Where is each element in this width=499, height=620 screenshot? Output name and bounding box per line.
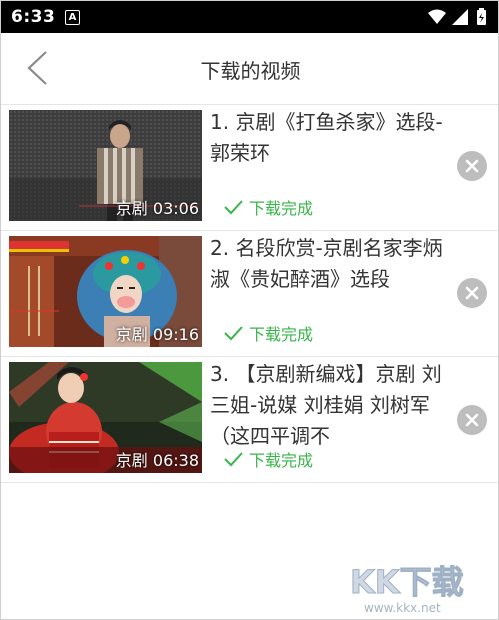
page-title: 下载的视频 <box>200 59 301 83</box>
video-thumbnail[interactable]: 京剧 06:38 <box>9 362 202 473</box>
svg-text:www.kkx.net: www.kkx.net <box>364 601 441 615</box>
download-status: 下载完成 <box>223 321 313 345</box>
video-item[interactable]: 京剧 09:16 2. 名段欣赏-京剧名家李炳淑《贵妃醉酒》选段 下载完成 <box>1 231 498 357</box>
status-bar: 6:33 A <box>1 1 498 33</box>
signal-icon <box>452 9 468 25</box>
svg-text:KK下载: KK下载 <box>350 563 464 601</box>
app-screen: 6:33 A 下载的视频 京剧 03:06 1. 京剧《打鱼杀家》选段-郭荣环 … <box>0 0 499 620</box>
video-title[interactable]: 2. 名段欣赏-京剧名家李炳淑《贵妃醉酒》选段 <box>210 233 446 326</box>
video-caption: 京剧 09:16 <box>115 325 199 344</box>
header: 下载的视频 <box>1 33 498 105</box>
status-time: 6:33 <box>11 7 56 27</box>
kk-logo: KK下载 www.kkx.net <box>350 563 465 616</box>
status-icons <box>426 8 490 26</box>
wifi-icon <box>428 9 446 24</box>
close-icon <box>465 413 479 427</box>
watermark-logo: KK下载 www.kkx.net <box>342 557 492 619</box>
video-caption: 京剧 03:06 <box>115 199 199 218</box>
check-icon <box>224 200 243 215</box>
video-list: 京剧 03:06 1. 京剧《打鱼杀家》选段-郭荣环 下载完成 京剧 09:16… <box>1 105 498 483</box>
video-title[interactable]: 3. 【京剧新编戏】京剧 刘三姐-说媒 刘桂娟 刘树军 （这四平调不 <box>210 359 446 452</box>
download-status-label: 下载完成 <box>249 451 314 470</box>
check-icon <box>224 452 243 467</box>
video-title[interactable]: 1. 京剧《打鱼杀家》选段-郭荣环 <box>210 107 446 200</box>
delete-button[interactable] <box>457 151 487 181</box>
video-thumbnail[interactable]: 京剧 03:06 <box>9 110 202 221</box>
video-item[interactable]: 京剧 03:06 1. 京剧《打鱼杀家》选段-郭荣环 下载完成 <box>1 105 498 231</box>
video-thumbnail[interactable]: 京剧 09:16 <box>9 236 202 347</box>
delete-button[interactable] <box>457 278 487 308</box>
download-status-label: 下载完成 <box>249 325 314 344</box>
download-status-label: 下载完成 <box>249 199 314 218</box>
close-icon <box>465 159 479 173</box>
delete-button[interactable] <box>457 405 487 435</box>
check-icon <box>224 326 243 341</box>
battery-icon <box>477 8 486 25</box>
video-caption: 京剧 06:38 <box>115 451 199 470</box>
download-status: 下载完成 <box>223 447 313 471</box>
download-status: 下载完成 <box>223 195 313 219</box>
video-item[interactable]: 京剧 06:38 3. 【京剧新编戏】京剧 刘三姐-说媒 刘桂娟 刘树军 （这四… <box>1 357 498 483</box>
close-icon <box>465 286 479 300</box>
notification-icon: A <box>65 10 80 25</box>
